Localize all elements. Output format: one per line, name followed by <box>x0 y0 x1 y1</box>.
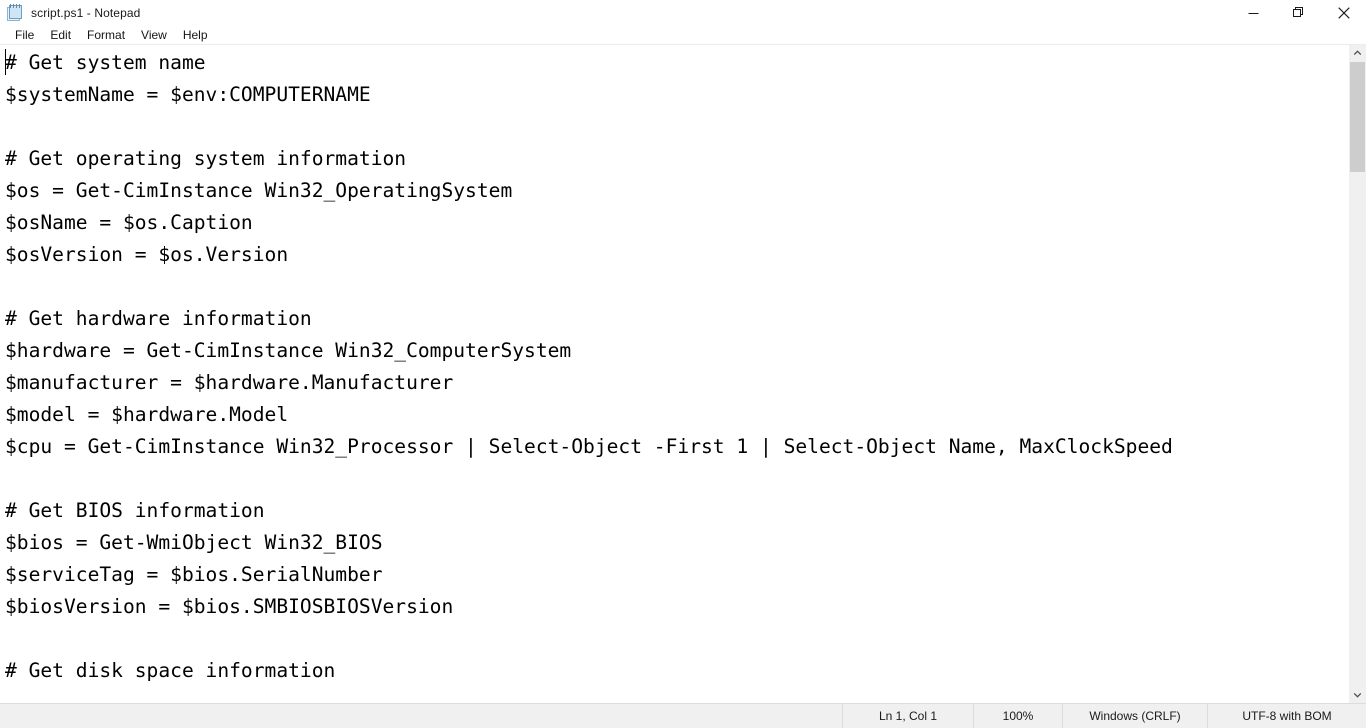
menu-item-help[interactable]: Help <box>175 26 216 44</box>
notepad-icon <box>6 3 23 22</box>
minimize-button[interactable] <box>1231 0 1276 26</box>
status-zoom-level[interactable]: 100% <box>973 704 1062 728</box>
chevron-down-icon <box>1353 686 1362 704</box>
vertical-scrollbar[interactable] <box>1349 45 1366 703</box>
scroll-track[interactable] <box>1349 62 1366 686</box>
window-controls <box>1231 0 1366 26</box>
status-bar: Ln 1, Col 1 100% Windows (CRLF) UTF-8 wi… <box>0 703 1366 728</box>
scroll-up-button[interactable] <box>1349 45 1366 62</box>
menu-item-file[interactable]: File <box>7 26 42 44</box>
status-cursor-position[interactable]: Ln 1, Col 1 <box>842 704 973 728</box>
status-encoding[interactable]: UTF-8 with BOM <box>1207 704 1366 728</box>
scroll-thumb[interactable] <box>1350 62 1365 172</box>
menu-item-format[interactable]: Format <box>79 26 133 44</box>
text-editor[interactable]: # Get system name $systemName = $env:COM… <box>0 45 1349 703</box>
chevron-up-icon <box>1353 45 1362 63</box>
title-bar[interactable]: script.ps1 - Notepad <box>0 0 1366 26</box>
editor-area: # Get system name $systemName = $env:COM… <box>0 45 1366 703</box>
minimize-icon <box>1248 8 1259 19</box>
menu-bar: File Edit Format View Help <box>0 26 1366 45</box>
menu-item-edit[interactable]: Edit <box>42 26 79 44</box>
restore-icon <box>1292 7 1305 19</box>
close-button[interactable] <box>1321 0 1366 26</box>
menu-item-view[interactable]: View <box>133 26 175 44</box>
window-title: script.ps1 - Notepad <box>31 6 141 20</box>
editor-content[interactable]: # Get system name $systemName = $env:COM… <box>0 45 1349 687</box>
notepad-window: script.ps1 - Notepad File Edit Format Vi… <box>0 0 1366 728</box>
restore-button[interactable] <box>1276 0 1321 26</box>
close-icon <box>1337 7 1350 19</box>
status-line-endings[interactable]: Windows (CRLF) <box>1062 704 1207 728</box>
scroll-down-button[interactable] <box>1349 686 1366 703</box>
title-bar-left: script.ps1 - Notepad <box>0 0 140 26</box>
